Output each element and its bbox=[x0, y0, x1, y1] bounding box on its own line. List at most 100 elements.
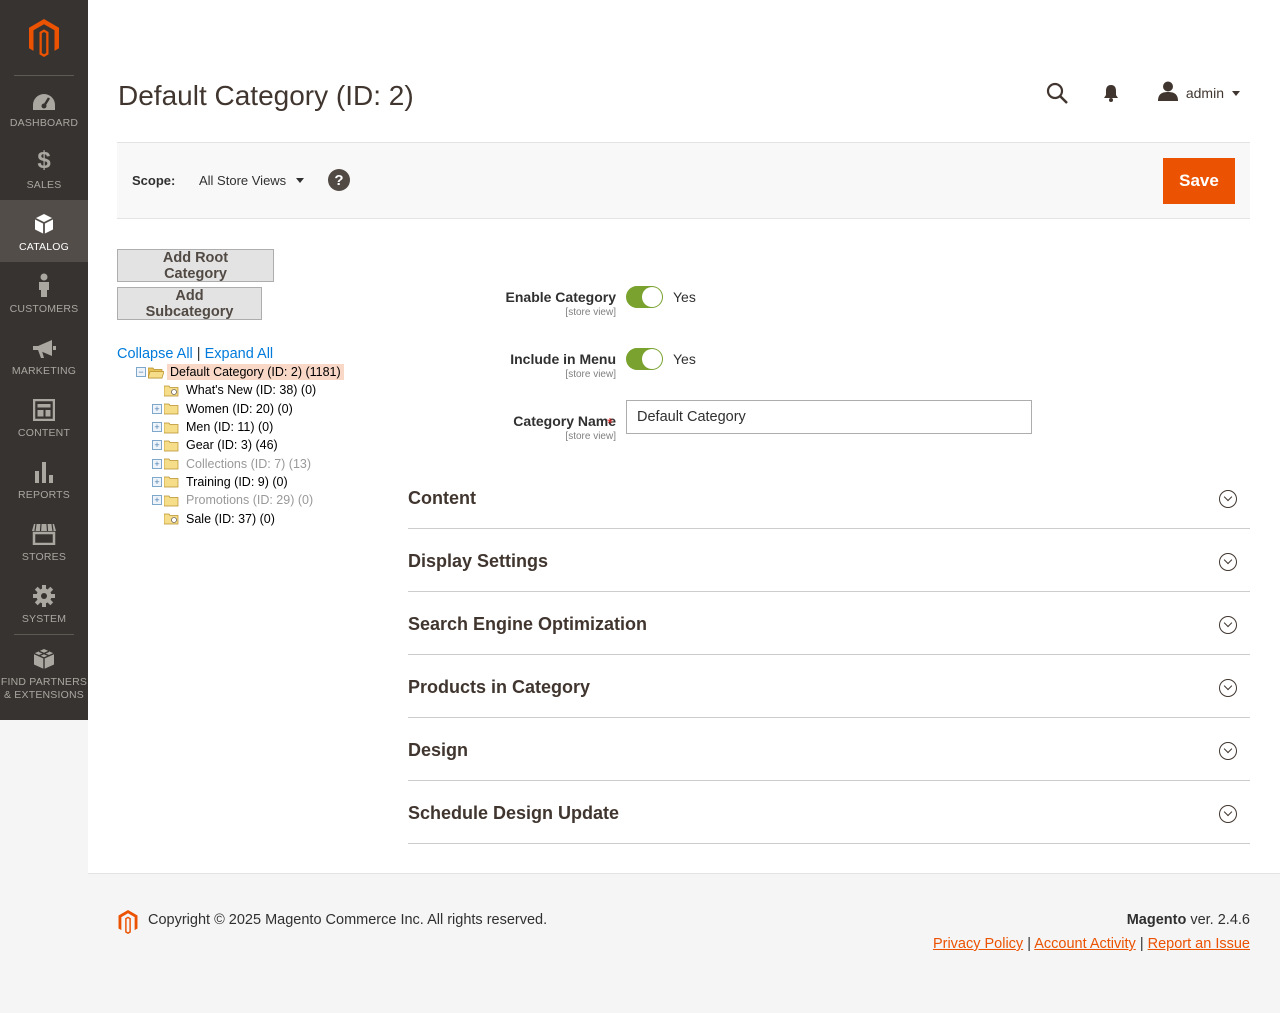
chevron-down-icon bbox=[1219, 553, 1237, 571]
nav-reports[interactable]: REPORTS bbox=[0, 448, 88, 510]
admin-sidebar: DASHBOARD $ SALES CATALOG CUSTOMERS MARK… bbox=[0, 0, 88, 720]
scope-toolbar: Scope: All Store Views ? Save bbox=[117, 142, 1250, 219]
nav-sales[interactable]: $ SALES bbox=[0, 138, 88, 200]
form-sections: Content Display Settings Search Engine O… bbox=[408, 466, 1250, 844]
expand-all-link[interactable]: Expand All bbox=[205, 346, 274, 362]
storefront-icon bbox=[32, 519, 56, 545]
nav-label: FIND PARTNERS & EXTENSIONS bbox=[0, 676, 88, 701]
user-icon bbox=[1157, 81, 1178, 106]
tree-node-label: Men (ID: 11) (0) bbox=[186, 420, 274, 435]
tree-node[interactable]: What's New (ID: 38) (0) bbox=[152, 381, 344, 399]
field-scope: [store view] bbox=[565, 307, 616, 318]
section-title: Design bbox=[408, 740, 469, 760]
section-content[interactable]: Content bbox=[408, 466, 1250, 529]
bell-icon[interactable] bbox=[1098, 80, 1124, 106]
tree-node[interactable]: + Promotions (ID: 29) (0) bbox=[152, 491, 344, 509]
footer-links: Privacy Policy | Account Activity | Repo… bbox=[933, 936, 1250, 952]
chevron-down-icon bbox=[1219, 742, 1237, 760]
expand-toggle-icon[interactable]: + bbox=[152, 458, 162, 469]
brand-name: Magento bbox=[1126, 912, 1187, 928]
tree-controls: Collapse All | Expand All bbox=[117, 346, 273, 362]
category-name-input[interactable] bbox=[626, 400, 1032, 434]
toggle-value: Yes bbox=[673, 351, 696, 367]
enable-category-toggle[interactable] bbox=[626, 286, 663, 308]
collapse-toggle-icon[interactable]: − bbox=[136, 367, 146, 378]
tree-node-root[interactable]: − Default Category (ID: 2) (1181) bbox=[136, 363, 344, 381]
section-display-settings[interactable]: Display Settings bbox=[408, 529, 1250, 592]
nav-dashboard[interactable]: DASHBOARD bbox=[0, 76, 88, 138]
section-schedule-design-update[interactable]: Schedule Design Update bbox=[408, 781, 1250, 844]
tree-node[interactable]: + Collections (ID: 7) (13) bbox=[152, 454, 344, 472]
version-number: ver. 2.4.6 bbox=[1186, 912, 1250, 928]
magento-logo[interactable] bbox=[0, 0, 88, 75]
add-subcategory-button[interactable]: Add Subcategory bbox=[117, 287, 262, 320]
folder-icon bbox=[163, 495, 180, 507]
chevron-down-icon bbox=[1219, 805, 1237, 823]
expand-toggle-icon[interactable]: + bbox=[152, 476, 162, 487]
nav-customers[interactable]: CUSTOMERS bbox=[0, 262, 88, 324]
link-separator: | bbox=[1027, 936, 1031, 952]
nav-catalog[interactable]: CATALOG bbox=[0, 200, 88, 262]
user-menu[interactable]: admin bbox=[1157, 81, 1240, 106]
include-in-menu-toggle[interactable] bbox=[626, 348, 663, 370]
link-separator: | bbox=[1139, 936, 1144, 952]
field-label: Enable Category bbox=[505, 289, 616, 305]
chevron-down-icon bbox=[1232, 90, 1240, 96]
nav-label: SYSTEM bbox=[21, 612, 67, 625]
page-footer: Copyright © 2025 Magento Commerce Inc. A… bbox=[88, 873, 1280, 1013]
section-title: Search Engine Optimization bbox=[408, 614, 648, 634]
tree-node[interactable]: + Women (ID: 20) (0) bbox=[152, 400, 344, 418]
collapse-all-link[interactable]: Collapse All bbox=[117, 346, 193, 362]
megaphone-icon bbox=[32, 333, 56, 359]
category-tree: − Default Category (ID: 2) (1181) What's… bbox=[136, 363, 344, 528]
nav-content[interactable]: CONTENT bbox=[0, 386, 88, 448]
field-label: Category Name bbox=[513, 413, 616, 429]
report-issue-link[interactable]: Report an Issue bbox=[1148, 936, 1250, 952]
nav-label: DASHBOARD bbox=[9, 116, 79, 129]
dashboard-icon bbox=[32, 85, 56, 111]
chevron-down-icon bbox=[1219, 616, 1237, 634]
nav-label: CONTENT bbox=[17, 426, 71, 439]
nav-label: STORES bbox=[21, 550, 67, 563]
tree-node[interactable]: + Training (ID: 9) (0) bbox=[152, 473, 344, 491]
nav-marketing[interactable]: MARKETING bbox=[0, 324, 88, 386]
add-root-category-button[interactable]: Add Root Category bbox=[117, 249, 274, 282]
gear-icon bbox=[33, 581, 55, 607]
section-design[interactable]: Design bbox=[408, 718, 1250, 781]
help-icon[interactable]: ? bbox=[328, 169, 350, 191]
nav-stores[interactable]: STORES bbox=[0, 510, 88, 572]
section-title: Display Settings bbox=[408, 551, 549, 571]
tree-node[interactable]: Sale (ID: 37) (0) bbox=[152, 509, 344, 527]
section-title: Products in Category bbox=[408, 677, 591, 697]
expand-toggle-icon[interactable]: + bbox=[152, 422, 162, 433]
nav-label: MARKETING bbox=[11, 364, 77, 377]
expand-toggle-icon[interactable]: + bbox=[152, 440, 162, 451]
tree-node-label: Training (ID: 9) (0) bbox=[186, 474, 288, 489]
box-icon bbox=[34, 209, 54, 235]
section-seo[interactable]: Search Engine Optimization bbox=[408, 592, 1250, 655]
tree-node[interactable]: + Gear (ID: 3) (46) bbox=[152, 436, 344, 454]
search-icon[interactable] bbox=[1044, 80, 1070, 106]
account-activity-link[interactable]: Account Activity bbox=[1034, 936, 1136, 952]
nav-system[interactable]: SYSTEM bbox=[0, 572, 88, 634]
section-products-in-category[interactable]: Products in Category bbox=[408, 655, 1250, 718]
folder-search-icon bbox=[163, 513, 180, 525]
folder-search-icon bbox=[163, 385, 180, 397]
field-scope: [store view] bbox=[565, 369, 616, 380]
nav-find-partners[interactable]: FIND PARTNERS & EXTENSIONS bbox=[0, 635, 88, 721]
save-button[interactable]: Save bbox=[1163, 158, 1235, 204]
expand-toggle-icon[interactable]: + bbox=[152, 495, 162, 506]
section-title: Content bbox=[408, 488, 476, 508]
privacy-policy-link[interactable]: Privacy Policy bbox=[933, 936, 1023, 952]
scope-switcher[interactable]: All Store Views bbox=[199, 173, 305, 188]
expand-toggle-icon[interactable]: + bbox=[152, 403, 162, 414]
section-title: Schedule Design Update bbox=[408, 803, 620, 823]
bar-chart-icon bbox=[34, 457, 54, 483]
copyright-text: Copyright © 2025 Magento Commerce Inc. A… bbox=[148, 912, 548, 928]
magento-logo bbox=[118, 910, 138, 939]
tree-node-label: Women (ID: 20) (0) bbox=[186, 401, 293, 416]
folder-open-icon bbox=[147, 367, 165, 378]
tree-node[interactable]: + Men (ID: 11) (0) bbox=[152, 418, 344, 436]
